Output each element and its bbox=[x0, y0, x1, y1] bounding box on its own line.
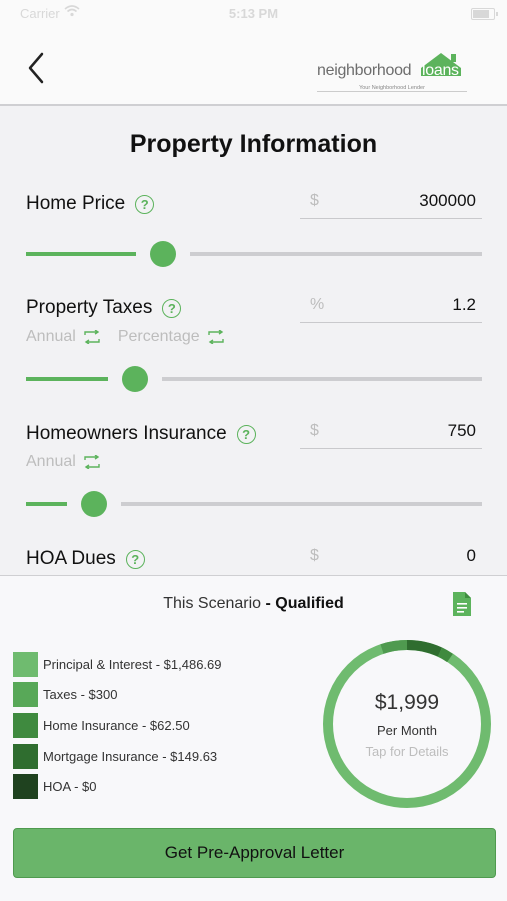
logo-rule bbox=[317, 91, 467, 92]
homeowners-insurance-input[interactable]: $ 750 bbox=[300, 418, 482, 449]
navigation-bar: neighborhood loans Your Neighborhood Len… bbox=[0, 28, 507, 106]
monthly-payment-donut[interactable]: $1,999 Per Month Tap for Details bbox=[322, 639, 492, 809]
payment-summary-panel: This Scenario - Qualified Principal & In… bbox=[0, 575, 507, 901]
slider-fill bbox=[26, 502, 67, 506]
homeowners-insurance-slider[interactable] bbox=[26, 491, 482, 517]
property-taxes-row: Property Taxes ? bbox=[26, 297, 182, 319]
battery-icon bbox=[471, 8, 498, 20]
hoa-dues-help-icon[interactable]: ? bbox=[125, 549, 145, 569]
legend-swatch bbox=[13, 743, 38, 769]
hoa-dues-input[interactable]: $ 0 bbox=[300, 543, 482, 573]
home-price-help-icon[interactable]: ? bbox=[135, 194, 155, 214]
homeowners-insurance-help-icon[interactable]: ? bbox=[236, 424, 256, 444]
chevron-left-icon bbox=[28, 52, 44, 84]
annual-toggle-label: Annual bbox=[26, 453, 76, 470]
property-taxes-input[interactable]: % 1.2 bbox=[300, 292, 482, 323]
annual-toggle-label: Annual bbox=[26, 328, 76, 345]
slider-fill bbox=[26, 252, 136, 256]
hoa-dues-unit: $ bbox=[310, 547, 319, 564]
property-taxes-slider[interactable] bbox=[26, 366, 482, 392]
document-icon[interactable] bbox=[453, 592, 471, 621]
home-price-slider[interactable] bbox=[26, 241, 482, 267]
slider-track bbox=[162, 377, 482, 381]
legend-item: Home Insurance - $62.50 bbox=[13, 712, 190, 738]
slider-track bbox=[190, 252, 482, 256]
legend-label: HOA - $0 bbox=[43, 778, 97, 794]
scenario-qualified-badge: - Qualified bbox=[265, 595, 344, 612]
brand-logo: neighborhood loans Your Neighborhood Len… bbox=[317, 48, 467, 96]
legend-swatch bbox=[13, 712, 38, 738]
slider-thumb[interactable] bbox=[81, 491, 107, 517]
home-price-input[interactable]: $ 300000 bbox=[300, 188, 482, 219]
homeowners-insurance-label: Homeowners Insurance bbox=[26, 423, 227, 444]
slider-thumb[interactable] bbox=[122, 366, 148, 392]
legend-item: Principal & Interest - $1,486.69 bbox=[13, 651, 222, 677]
swap-icon bbox=[84, 330, 100, 344]
property-taxes-options: Annual Percentage bbox=[26, 328, 242, 346]
home-price-value: 300000 bbox=[419, 191, 476, 210]
hoa-dues-row: HOA Dues ? bbox=[26, 548, 145, 570]
logo-word-loans: loans bbox=[422, 62, 459, 79]
legend-item: HOA - $0 bbox=[13, 773, 96, 799]
legend-label: Mortgage Insurance - $149.63 bbox=[43, 748, 218, 764]
legend-label: Home Insurance - $62.50 bbox=[43, 717, 190, 733]
homeowners-insurance-row: Homeowners Insurance ? bbox=[26, 423, 256, 445]
scenario-status: This Scenario - Qualified bbox=[0, 595, 507, 613]
logo-word-neighborhood: neighborhood bbox=[317, 62, 412, 79]
legend-label: Principal & Interest - $1,486.69 bbox=[43, 656, 222, 672]
property-taxes-unit: % bbox=[310, 296, 325, 313]
homeowners-insurance-value: 750 bbox=[447, 421, 476, 440]
donut-center: $1,999 Per Month Tap for Details bbox=[322, 639, 492, 809]
per-month-label: Per Month bbox=[377, 723, 437, 738]
legend-swatch bbox=[13, 773, 38, 799]
homeowners-insurance-options: Annual bbox=[26, 453, 118, 471]
scenario-prefix: This Scenario bbox=[163, 595, 262, 612]
status-bar: Carrier 5:13 PM bbox=[0, 0, 507, 28]
property-taxes-label: Property Taxes bbox=[26, 297, 153, 318]
clock: 5:13 PM bbox=[228, 6, 279, 21]
slider-fill bbox=[26, 377, 108, 381]
hoa-dues-label: HOA Dues bbox=[26, 548, 116, 569]
monthly-total: $1,999 bbox=[374, 691, 440, 714]
property-taxes-help-icon[interactable]: ? bbox=[162, 298, 182, 318]
annual-toggle[interactable]: Annual bbox=[26, 453, 102, 471]
tap-for-details-hint: Tap for Details bbox=[365, 744, 449, 759]
home-price-unit: $ bbox=[310, 192, 319, 209]
legend-swatch bbox=[13, 681, 38, 707]
hoa-dues-value: 0 bbox=[466, 546, 476, 565]
legend-label: Taxes - $300 bbox=[43, 686, 118, 702]
home-price-row: Home Price ? bbox=[26, 193, 155, 215]
swap-icon bbox=[207, 330, 224, 344]
annual-toggle[interactable]: Annual bbox=[26, 328, 102, 346]
legend-item: Mortgage Insurance - $149.63 bbox=[13, 743, 217, 769]
property-taxes-value: 1.2 bbox=[452, 295, 476, 314]
percentage-toggle[interactable]: Percentage bbox=[118, 328, 226, 346]
homeowners-insurance-unit: $ bbox=[310, 422, 319, 439]
percentage-toggle-label: Percentage bbox=[117, 328, 200, 345]
home-price-label: Home Price bbox=[26, 193, 126, 214]
slider-track bbox=[121, 502, 482, 506]
slider-thumb[interactable] bbox=[150, 241, 176, 267]
page-title: Property Information bbox=[129, 130, 378, 158]
legend-swatch bbox=[13, 651, 38, 677]
legend-item: Taxes - $300 bbox=[13, 681, 117, 707]
get-pre-approval-button[interactable]: Get Pre-Approval Letter bbox=[13, 828, 496, 878]
swap-icon bbox=[84, 455, 100, 469]
back-button[interactable] bbox=[22, 50, 52, 86]
